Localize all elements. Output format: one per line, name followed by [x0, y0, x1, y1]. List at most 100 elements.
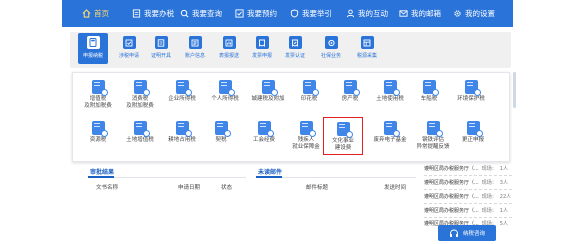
nav-report[interactable]: 我要举引 [290, 0, 332, 27]
nav-settings-label: 我的设置 [465, 9, 495, 18]
tax-form-icon [466, 121, 483, 137]
panel-scrollbar[interactable] [513, 72, 516, 108]
tax-correction-declare[interactable]: 更正申报 [448, 121, 498, 155]
mail-col-send-time: 发送时间 [384, 185, 407, 191]
quick-tax-source[interactable]: 税源采集 [354, 33, 380, 63]
tax-ewaste-fund-label: 废弃电子基金 [373, 137, 407, 143]
tax-property-label: 房产税 [341, 96, 359, 102]
quick-social-security-label: 社保业务 [320, 53, 341, 59]
people-icon [346, 9, 355, 18]
tax-stamp-label: 印花税 [300, 96, 318, 102]
queue-item[interactable]: 遵明区局办税服务厅（... 现场： 1人 [424, 163, 514, 173]
tax-resource-label: 资源税 [89, 137, 107, 143]
tax-form-icon [261, 80, 278, 96]
tax-form-icon [133, 121, 150, 137]
quick-account-info-label: 账户信息 [184, 53, 205, 59]
tax-form-icon [91, 80, 108, 96]
form-icon [122, 36, 136, 49]
social-security-icon [324, 36, 338, 49]
nav-home[interactable]: 首页 [82, 0, 109, 27]
tax-disabled-employment-label2: 就业保障金 [292, 144, 320, 150]
certificate-icon [154, 36, 168, 49]
tax-form-icon [175, 80, 192, 96]
headset-icon [449, 228, 458, 237]
queue-item-status: 现场： [481, 207, 497, 214]
quick-invoice-verify-label: 发票认证 [284, 53, 305, 59]
queue-item[interactable]: 遵明区局办税服务厅（... 现场： 1人 [424, 205, 514, 215]
tax-urban-construction-label: 城建税及附加 [251, 96, 285, 102]
nav-interaction[interactable]: 我的互动 [346, 0, 388, 27]
nav-settings[interactable]: 我的设置 [453, 0, 495, 27]
queue-item-text: 遵明区局办税服务厅（... [424, 165, 479, 172]
quick-certificate[interactable]: 证明开具 [148, 33, 174, 63]
tax-form-icon [343, 80, 360, 96]
quick-report-submit[interactable]: 表报报送 [216, 33, 242, 63]
nav-appointment[interactable]: 我要预约 [235, 0, 277, 27]
quick-tax-source-label: 税源采集 [356, 53, 377, 59]
tax-form-icon [175, 121, 192, 137]
quick-tax-application[interactable]: 涉税申请 [116, 33, 142, 63]
tax-environmental[interactable]: 环境保护税 [446, 80, 496, 114]
page: 首页 我要办税 我要查询 我要预约 我要举引 我的互动 我的邮箱 我的设置 申报… [0, 0, 576, 244]
tax-form-icon [91, 121, 108, 137]
unread-mail-title: 未读邮件 [258, 169, 283, 176]
queue-item-text: 遵明区局办税服务厅（... [424, 207, 479, 214]
tax-form-icon [383, 80, 400, 96]
service-quickbar: 申报纳税 涉税申请 证明开具 账户信息 表报报送 发票申报 发票认证 社保业务 [70, 32, 511, 68]
nav-file-tax-label: 我要办税 [144, 9, 174, 18]
queue-item[interactable]: 遵明区局办税服务厅（... 现场： 3人 [424, 177, 514, 187]
tax-cultural-construction[interactable]: 文化事业 建设费 [323, 117, 363, 155]
nav-mailbox[interactable]: 我的邮箱 [399, 0, 441, 27]
tax-personal-income-label: 个人所得税 [211, 96, 239, 102]
nav-file-tax[interactable]: 我要办税 [132, 0, 174, 27]
quick-account-info[interactable]: 账户信息 [182, 33, 208, 63]
tax-steel-assessment-label: 钢铁评估 [421, 137, 444, 143]
queue-item-status: 现场： [481, 179, 497, 186]
tax-form-icon [336, 122, 353, 138]
calculator-icon [86, 36, 100, 49]
quick-social-security[interactable]: 社保业务 [318, 33, 344, 63]
tax-form-icon [133, 80, 150, 96]
audit-col-status: 状态 [221, 185, 233, 191]
nav-query[interactable]: 我要查询 [180, 0, 222, 27]
tax-steel-assessment-label2: 异常提醒反馈 [416, 144, 450, 150]
tax-form-icon [464, 80, 481, 96]
queue-item-text: 遵明区局办税服务厅（... [424, 179, 479, 186]
tax-form-icon [302, 80, 319, 96]
quick-certificate-label: 证明开具 [150, 53, 171, 59]
tax-correction-declare-label: 更正申报 [461, 137, 484, 143]
tax-vat-label: 增值税 [89, 96, 107, 102]
tax-form-icon [383, 121, 400, 137]
queue-item-count: 1人 [499, 207, 508, 214]
queue-item[interactable]: 遵明区局办税服务厅（... 现场： 22人 [424, 191, 514, 201]
tax-land-use-label: 土地使用税 [376, 96, 404, 102]
nav-mailbox-label: 我的邮箱 [411, 9, 441, 18]
nav-interaction-label: 我的互动 [358, 9, 388, 18]
tax-consult-button[interactable]: 纳税咨询 [438, 225, 496, 241]
tax-consumption-label2: 及附加税费 [126, 103, 154, 109]
queue-item-count: 22人 [499, 193, 512, 200]
quick-report-submit-label: 表报报送 [218, 53, 239, 59]
check-icon [235, 9, 244, 18]
quick-invoice-declare-label: 发票申报 [251, 53, 272, 59]
nav-appointment-label: 我要预约 [247, 9, 277, 18]
tax-form-icon [218, 80, 235, 96]
queue-item-status: 现场： [481, 165, 497, 172]
invoice-check-icon [288, 36, 302, 49]
tax-farmland-label: 耕地占用税 [168, 137, 196, 143]
gear-icon [454, 10, 461, 17]
tax-type-panel: 增值税 及附加税费 消费税 及附加税费 企业所得税 个人所得税 城建税及附加 印… [72, 72, 510, 162]
quick-invoice-declare[interactable]: 发票申报 [249, 33, 275, 63]
quick-invoice-verify[interactable]: 发票认证 [282, 33, 308, 63]
report-icon [222, 36, 236, 49]
audit-tab-accent [88, 176, 114, 178]
quick-declare-tax[interactable]: 申报纳税 [78, 33, 108, 64]
quick-tax-application-label: 涉税申请 [118, 53, 139, 59]
tax-deed-label: 契税 [215, 137, 227, 143]
mail-tab-accent [256, 176, 282, 178]
queue-item-text: 遵明区局办税服务厅（... [424, 193, 479, 200]
queue-item-count: 1人 [499, 165, 508, 172]
queue-divider [424, 175, 512, 176]
document-icon [132, 9, 141, 18]
queue-item-count: 5人 [499, 220, 508, 227]
